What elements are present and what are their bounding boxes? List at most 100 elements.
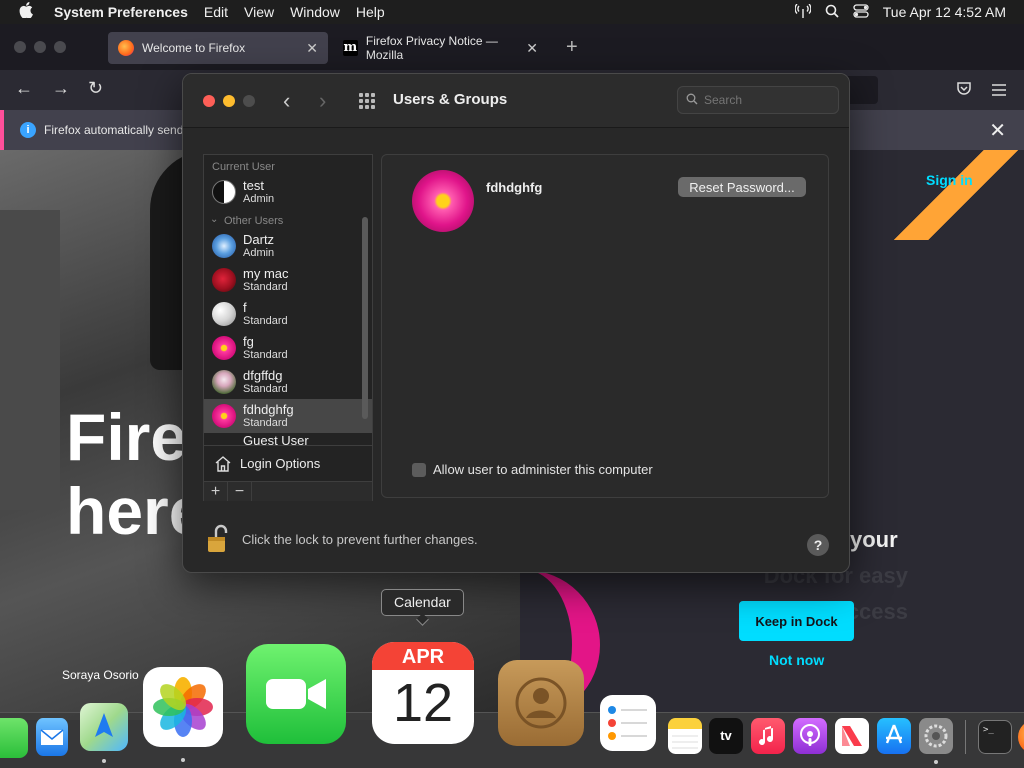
- user-row-test[interactable]: test Admin: [204, 175, 372, 209]
- firefox-minimize-button[interactable]: [34, 41, 46, 53]
- menu-clock[interactable]: Tue Apr 12 4:52 AM: [883, 4, 1006, 20]
- current-user-header: Current User: [212, 161, 275, 173]
- system-preferences-icon[interactable]: [919, 718, 953, 754]
- user-row-f[interactable]: f Standard: [204, 297, 372, 331]
- tab-close-icon[interactable]: ✕: [526, 40, 538, 57]
- forward-arrow-icon[interactable]: →: [52, 78, 70, 99]
- lotus-avatar: [212, 370, 236, 394]
- other-users-header[interactable]: ⌄ Other Users: [204, 209, 372, 229]
- search-field[interactable]: [677, 86, 839, 114]
- calendar-month: APR: [372, 642, 474, 670]
- unlocked-padlock-icon[interactable]: [207, 524, 229, 554]
- users-groups-window: ‹ › Users & Groups Current User test Adm…: [182, 73, 850, 573]
- user-row-dartz[interactable]: Dartz Admin: [204, 229, 372, 263]
- menu-bar: System Preferences Edit View Window Help…: [0, 0, 1024, 24]
- firefox-zoom-button[interactable]: [54, 41, 66, 53]
- photos-icon[interactable]: [143, 667, 223, 747]
- maps-icon[interactable]: [80, 703, 128, 751]
- terminal-icon[interactable]: >_: [978, 720, 1012, 754]
- help-button[interactable]: ?: [807, 534, 829, 556]
- user-row-fg[interactable]: fg Standard: [204, 331, 372, 365]
- window-title: Users & Groups: [393, 91, 508, 108]
- not-now-link[interactable]: Not now: [769, 652, 824, 668]
- reload-icon[interactable]: ↻: [88, 78, 103, 99]
- user-row-my-mac[interactable]: my mac Standard: [204, 263, 372, 297]
- messages-icon[interactable]: [0, 718, 28, 758]
- user-row-fdhdghfg[interactable]: fdhdghfg Standard: [204, 399, 372, 433]
- show-all-grid-icon[interactable]: [359, 93, 377, 109]
- spotlight-search-icon[interactable]: [825, 4, 839, 21]
- window-toolbar: ‹ › Users & Groups: [183, 74, 849, 128]
- pink-flower-avatar: [212, 404, 236, 428]
- notice-close-icon[interactable]: ✕: [989, 118, 1006, 143]
- app-store-icon[interactable]: [877, 718, 911, 754]
- admin-checkbox-row[interactable]: Allow user to administer this computer: [412, 462, 653, 477]
- facetime-icon[interactable]: [246, 644, 346, 744]
- back-arrow-icon[interactable]: ←: [15, 78, 33, 99]
- new-tab-icon[interactable]: +: [566, 36, 578, 59]
- mozilla-favicon-icon: m: [343, 40, 358, 56]
- dock-tooltip: Calendar: [381, 589, 464, 616]
- user-row-dfgffdg[interactable]: dfgffdg Standard: [204, 365, 372, 399]
- keep-in-dock-button[interactable]: Keep in Dock: [739, 601, 854, 641]
- menu-help[interactable]: Help: [348, 4, 393, 20]
- login-options-item[interactable]: Login Options: [204, 445, 372, 481]
- reminders-icon[interactable]: [600, 695, 656, 751]
- system-preferences-running-indicator: [934, 760, 938, 764]
- tab-close-icon[interactable]: ✕: [306, 40, 318, 57]
- admin-checkbox[interactable]: [412, 462, 426, 477]
- admin-checkbox-label: Allow user to administer this computer: [433, 462, 653, 477]
- firefox-close-button[interactable]: [14, 41, 26, 53]
- calendar-day: 12: [392, 673, 454, 733]
- window-controls: [203, 95, 255, 107]
- user-row-guest-partial[interactable]: Guest User: [204, 433, 372, 445]
- info-icon: i: [20, 122, 36, 138]
- selected-user-name: fdhdghfg: [486, 180, 543, 195]
- forward-chevron-icon: ›: [319, 88, 327, 113]
- tab-label: Firefox Privacy Notice — Mozilla: [365, 34, 498, 62]
- user-detail-pane: fdhdghfg Reset Password... Allow user to…: [381, 154, 829, 498]
- firefox-window-controls: [14, 41, 66, 53]
- tab-privacy-notice[interactable]: m Firefox Privacy Notice — Mozilla ✕: [333, 32, 548, 64]
- search-input[interactable]: [704, 93, 824, 107]
- antenna-icon[interactable]: [794, 3, 812, 21]
- zoom-button: [243, 95, 255, 107]
- menu-app-name[interactable]: System Preferences: [52, 4, 196, 20]
- user-list: Current User test Admin ⌄ Other Users Da…: [203, 154, 373, 501]
- sign-in-link[interactable]: Sign in: [926, 172, 973, 188]
- podcasts-icon[interactable]: [793, 718, 827, 754]
- close-button[interactable]: [203, 95, 215, 107]
- lock-text: Click the lock to prevent further change…: [242, 531, 478, 547]
- notes-icon[interactable]: [668, 718, 702, 754]
- tab-welcome-to-firefox[interactable]: Welcome to Firefox ✕: [108, 32, 328, 64]
- maps-running-indicator: [102, 759, 106, 763]
- control-center-icon[interactable]: [853, 3, 869, 21]
- apple-menu-icon[interactable]: [0, 2, 52, 22]
- golf-ball-avatar: [212, 302, 236, 326]
- firefox-favicon-icon: [118, 40, 134, 56]
- reset-password-button[interactable]: Reset Password...: [678, 177, 806, 197]
- yin-yang-avatar: [212, 180, 236, 204]
- hamburger-menu-icon[interactable]: [992, 80, 1006, 101]
- calendar-icon[interactable]: APR 12: [372, 642, 474, 744]
- news-icon[interactable]: [835, 718, 869, 754]
- apple-tv-icon[interactable]: tv: [709, 718, 743, 754]
- add-user-button[interactable]: +: [204, 482, 228, 501]
- music-icon[interactable]: [751, 718, 785, 754]
- decorative-stripe: [880, 150, 1020, 240]
- lock-row: Click the lock to prevent further change…: [207, 524, 478, 554]
- house-icon: [214, 455, 232, 473]
- user-list-scrollbar[interactable]: [362, 217, 368, 419]
- remove-user-button[interactable]: −: [228, 482, 252, 501]
- menu-window[interactable]: Window: [282, 4, 348, 20]
- menu-edit[interactable]: Edit: [196, 4, 236, 20]
- photos-running-indicator: [181, 758, 185, 762]
- contacts-icon[interactable]: [498, 660, 584, 746]
- menu-view[interactable]: View: [236, 4, 282, 20]
- selected-user-avatar[interactable]: [412, 170, 474, 232]
- pink-flower-avatar: [212, 336, 236, 360]
- back-chevron-icon[interactable]: ‹: [283, 88, 290, 114]
- mail-icon[interactable]: [36, 718, 68, 756]
- minimize-button[interactable]: [223, 95, 235, 107]
- pocket-icon[interactable]: [956, 80, 972, 101]
